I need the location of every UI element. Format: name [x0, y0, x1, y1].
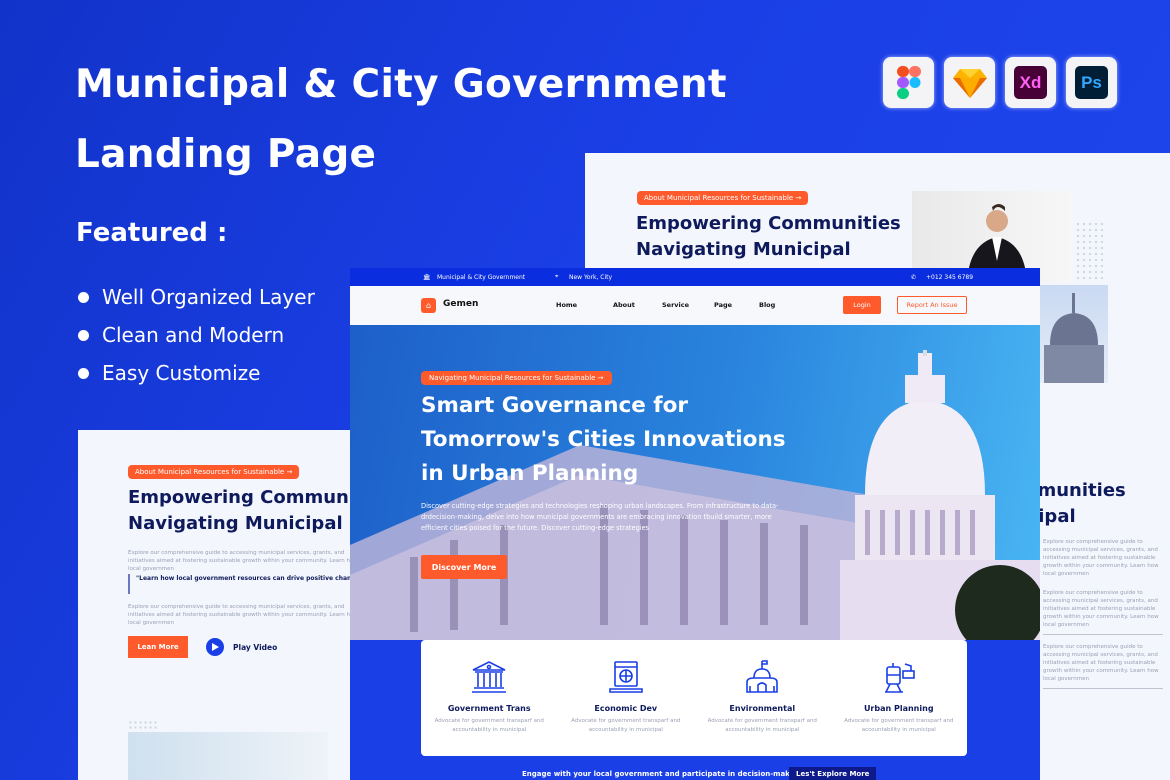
ps-label: Ps — [1075, 66, 1108, 99]
back-desc: Explore our comprehensive guide to acces… — [1043, 643, 1163, 689]
play-video-button[interactable]: Play Video — [206, 638, 277, 656]
hero-title-line: Smart Governance for — [421, 393, 689, 418]
hero-title-line: in Urban Planning — [421, 461, 639, 486]
phone-icon: ✆ — [911, 273, 917, 281]
nav-about[interactable]: About — [613, 301, 662, 309]
service-title: Government Trans — [447, 704, 531, 713]
service-item[interactable]: Urban Planning Advocate for government t… — [831, 640, 968, 756]
service-desc: Advocate for government transparf and ac… — [434, 718, 544, 733]
nav-page[interactable]: Page — [714, 301, 759, 309]
site-preview: 🏛 Municipal & City Government ⌖ New York… — [350, 268, 1040, 780]
title-line: Municipal & City Government — [75, 62, 727, 107]
capitol-icon — [746, 660, 779, 693]
left-desc: Explore our comprehensive guide to acces… — [128, 550, 358, 572]
location: New York, City — [569, 273, 613, 281]
photoshop-icon: Ps — [1066, 57, 1117, 108]
hero-description: Discover cutting-edge strategies and tec… — [421, 502, 779, 532]
left-badge: About Municipal Resources for Sustainabl… — [128, 465, 300, 479]
heading-line: Navigating Municipal — [636, 239, 851, 260]
dot-pattern — [1075, 221, 1105, 281]
services-card: Government Trans Advocate for government… — [421, 640, 967, 756]
hero-section: Navigating Municipal Resources for Susta… — [350, 325, 1040, 640]
service-title: Urban Planning — [863, 704, 934, 713]
bank-icon — [472, 661, 507, 693]
service-item[interactable]: Government Trans Advocate for government… — [421, 640, 558, 756]
left-quote: "Learn how local government resources ca… — [128, 574, 368, 594]
report-issue-button[interactable]: Report An Issue — [897, 296, 967, 314]
location-icon: ⌖ — [555, 273, 559, 280]
play-icon — [206, 638, 224, 656]
service-desc: Advocate for government transparf and ac… — [571, 718, 681, 733]
figma-icon — [883, 57, 934, 108]
preview-image — [128, 732, 328, 780]
back-badge: About Municipal Resources for Sustainabl… — [637, 191, 809, 205]
service-desc: Advocate for government transparf and ac… — [707, 718, 817, 733]
logo-text[interactable]: Gemen — [443, 299, 478, 309]
login-button[interactable]: Login — [843, 296, 881, 314]
feature-item: Well Organized Layer — [78, 278, 315, 316]
left-desc-2: Explore our comprehensive guide to acces… — [128, 604, 358, 626]
feature-item: Easy Customize — [78, 354, 315, 392]
top-bar: 🏛 Municipal & City Government ⌖ New York… — [350, 268, 1040, 286]
capitol-photo — [1040, 285, 1108, 383]
explore-more-button[interactable]: Les't Explore More — [789, 767, 877, 780]
hero-title: Smart Governance for Tomorrow's Cities I… — [421, 389, 786, 491]
tram-icon — [884, 663, 915, 693]
nav-service[interactable]: Service — [662, 301, 714, 309]
feature-list: Well Organized Layer Clean and Modern Ea… — [78, 278, 315, 392]
building-icon: 🏛 — [423, 273, 431, 281]
back-desc: Explore our comprehensive guide to acces… — [1043, 539, 1159, 577]
hero-title-line: Tomorrow's Cities Innovations — [421, 427, 786, 452]
back-heading: Empowering Communities Navigating Munici… — [636, 211, 901, 263]
navbar: ⌂ Gemen Home About Service Page Blog Log… — [350, 286, 1040, 325]
left-preview-card: About Municipal Resources for Sustainabl… — [78, 430, 393, 780]
discover-more-button[interactable]: Discover More — [421, 555, 507, 579]
hero-badge[interactable]: Navigating Municipal Resources for Susta… — [421, 371, 612, 385]
phone[interactable]: +012 345 6789 — [926, 274, 973, 281]
logo-icon: ⌂ — [421, 298, 436, 313]
org-name: Municipal & City Government — [437, 273, 526, 281]
service-item[interactable]: Economic Dev Advocate for government tra… — [558, 640, 695, 756]
xd-label: Xd — [1014, 66, 1047, 99]
featured-heading: Featured : — [76, 218, 228, 248]
service-desc: Advocate for government transparf and ac… — [844, 718, 954, 733]
service-item[interactable]: Environmental Advocate for government tr… — [694, 640, 831, 756]
dot-pattern — [128, 720, 158, 730]
nav-menu: Home About Service Page Blog — [556, 301, 775, 309]
service-title: Environmental — [729, 704, 796, 713]
tool-icons: Xd Ps — [883, 57, 1117, 108]
sketch-icon — [944, 57, 995, 108]
learn-more-button[interactable]: Lean More — [128, 636, 188, 658]
heading-line: Empowering Communities — [636, 213, 901, 234]
xd-icon: Xd — [1005, 57, 1056, 108]
nav-home[interactable]: Home — [556, 301, 613, 309]
engage-text: Engage with your local government and pa… — [522, 770, 803, 778]
service-title: Economic Dev — [594, 704, 658, 713]
play-video-label: Play Video — [233, 642, 278, 652]
back-desc: Explore our comprehensive guide to acces… — [1043, 589, 1163, 635]
laptop-globe-icon — [608, 661, 643, 693]
feature-item: Clean and Modern — [78, 316, 315, 354]
nav-blog[interactable]: Blog — [759, 301, 775, 309]
